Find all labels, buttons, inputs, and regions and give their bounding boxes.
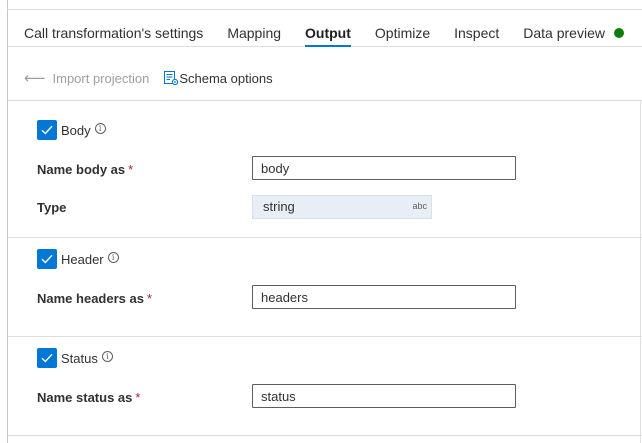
info-icon[interactable]: i [101,350,113,362]
required-marker: * [128,162,134,177]
tab-label: Call transformation's settings [24,25,204,41]
header-section: Header i Name headers as * [8,238,642,337]
schema-options-icon [164,71,179,86]
name-headers-label-text: Name headers as [37,291,144,306]
checkmark-icon [41,125,53,135]
status-checkbox-row: Status i [37,348,113,368]
tab-label: Inspect [454,25,500,41]
required-marker: * [135,390,141,405]
tab-call-transformation-settings[interactable]: Call transformation's settings [8,10,215,46]
info-icon[interactable]: i [107,251,119,263]
import-projection-label: Import projection [52,70,150,86]
body-checkbox-label: Body [61,122,91,138]
status-section: Status i Name status as * [8,337,642,436]
body-checkbox-row: Body i [37,120,106,140]
tab-bar: Call transformation's settings Mapping O… [8,10,642,47]
type-value-field: string abc [252,195,432,219]
import-projection-button[interactable]: ⟵ Import projection [8,69,149,87]
tab-output[interactable]: Output [293,10,363,47]
schema-options-label: Schema options [179,70,273,86]
schema-options-button[interactable]: Schema options [149,70,273,86]
required-marker: * [146,291,153,306]
header-checkbox[interactable] [37,249,57,269]
name-body-label: Name body as * [37,162,133,177]
tab-mapping[interactable]: Mapping [215,10,293,46]
tab-label: Data preview [523,25,605,41]
name-body-input[interactable] [252,156,516,180]
tab-inspect[interactable]: Inspect [442,10,511,46]
name-headers-label: Name headers as * [37,291,152,306]
header-checkbox-row: Header i [37,249,119,269]
header-checkbox-label: Header [61,251,104,267]
string-type-icon: abc [412,201,427,211]
checkmark-icon [41,353,53,363]
panel-top-strip [7,0,642,10]
name-status-label: Name status as * [37,390,140,405]
name-status-label-text: Name status as [37,390,133,405]
type-value: string [263,199,295,214]
name-status-input[interactable] [252,384,516,408]
tab-data-preview[interactable]: Data preview [511,10,636,46]
body-section: Body i Name body as* Type string abc [8,101,642,238]
type-label-text: Type [37,200,67,215]
tab-optimize[interactable]: Optimize [363,10,442,46]
status-checkbox-label: Status [61,350,98,366]
tab-label: Output [305,25,351,41]
tab-label: Optimize [374,25,431,41]
name-body-label-text: Name body as [37,162,126,177]
status-ok-icon [613,28,624,38]
name-headers-input[interactable] [252,285,516,309]
info-icon[interactable]: i [94,122,106,134]
tab-label: Mapping [227,25,282,41]
body-checkbox[interactable] [37,120,57,140]
arrow-left-import-icon: ⟵ [24,70,46,87]
type-label: Type [37,200,66,215]
status-checkbox[interactable] [37,348,57,368]
toolbar: ⟵ Import projection Schema options [8,62,273,94]
checkmark-icon [41,254,53,264]
